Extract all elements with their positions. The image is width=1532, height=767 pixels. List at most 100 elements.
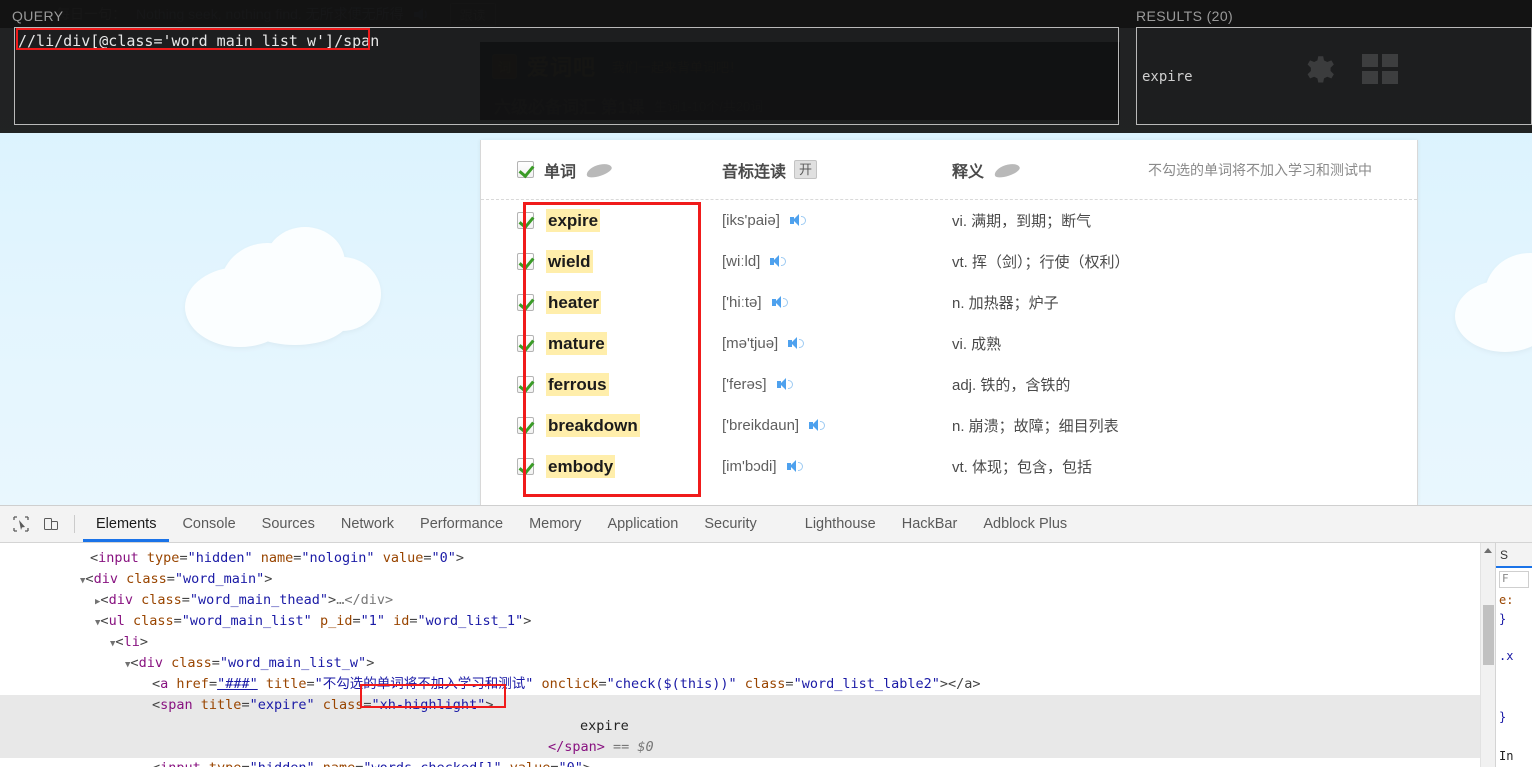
row-checkbox[interactable] <box>517 335 534 352</box>
dom-attr: class <box>322 697 364 713</box>
table-row[interactable]: expire [iks'paiə] vi. 满期，到期；断气 <box>481 200 1417 241</box>
row-checkbox[interactable] <box>517 417 534 434</box>
row-phonetic-cell: [wiːld] <box>722 253 952 270</box>
device-toolbar-icon[interactable] <box>36 510 66 538</box>
dom-line[interactable]: <a href="###" title="不勾选的单词将不加入学习和测试" on… <box>0 674 1480 695</box>
table-row[interactable]: heater ['hiːtə] n. 加热器；炉子 <box>481 282 1417 323</box>
table-row[interactable]: wield [wiːld] vt. 挥（剑）；行使（权利） <box>481 241 1417 282</box>
header-word-label: 单词 <box>544 163 577 181</box>
cursor-inspect-icon[interactable] <box>6 510 36 538</box>
dom-line[interactable]: ▼<ul class="word_main_list" p_id="1" id=… <box>0 611 1480 632</box>
tab-application[interactable]: Application <box>594 506 691 542</box>
dom-value-link[interactable]: "###" <box>217 676 258 692</box>
tab-network[interactable]: Network <box>328 506 407 542</box>
dom-line[interactable]: <input type="hidden" name="nologin" valu… <box>0 548 1480 569</box>
gear-icon[interactable] <box>1303 52 1339 88</box>
row-word[interactable]: breakdown <box>546 413 640 438</box>
row-checkbox[interactable] <box>517 294 534 311</box>
speaker-icon[interactable] <box>776 378 793 391</box>
speaker-icon[interactable] <box>789 214 806 227</box>
dom-tag: li <box>123 634 140 650</box>
elements-dom-tree[interactable]: <input type="hidden" name="nologin" valu… <box>0 543 1480 767</box>
dom-attr: id <box>393 613 410 629</box>
dom-tag: span <box>160 697 193 713</box>
dom-attr: title <box>265 676 307 692</box>
row-checkbox[interactable] <box>517 458 534 475</box>
row-definition: vi. 成熟 <box>952 336 1002 353</box>
row-checkbox[interactable] <box>517 376 534 393</box>
tab-sources[interactable]: Sources <box>249 506 328 542</box>
row-word[interactable]: wield <box>546 249 593 274</box>
table-row[interactable]: mature [mə'tjuə] vi. 成熟 <box>481 323 1417 364</box>
dom-line[interactable]: </span> == $0 <box>0 737 1480 758</box>
styles-line: } <box>1499 612 1507 626</box>
eye-off-icon-word[interactable] <box>584 160 614 180</box>
tab-elements[interactable]: Elements <box>83 506 170 542</box>
tab-memory[interactable]: Memory <box>516 506 594 542</box>
query-label: QUERY <box>12 8 64 24</box>
dom-line[interactable]: ▼<div class="word_main_list_w"> <box>0 653 1480 674</box>
grid-view-icon[interactable] <box>1362 54 1404 86</box>
speaker-icon[interactable] <box>786 460 803 473</box>
row-word[interactable]: mature <box>546 331 607 356</box>
row-checkbox[interactable] <box>517 253 534 270</box>
devtools-tabbar: Elements Console Sources Network Perform… <box>0 506 1532 543</box>
dom-attr: class <box>744 676 786 692</box>
row-definition: n. 加热器；炉子 <box>952 295 1059 312</box>
dom-line[interactable]: <input type="hidden" name="words_checked… <box>0 758 1480 767</box>
word-table-header: 单词 音标连读 开 释义 不勾选的单词将不加入学习和测试中 <box>481 140 1417 200</box>
dom-value: "expire" <box>249 697 315 713</box>
toolbar-divider <box>74 515 75 533</box>
row-word-cell: wield <box>517 249 722 274</box>
table-row[interactable]: embody [im'bɔdi] vt. 体现；包含，包括 <box>481 446 1417 487</box>
result-item[interactable]: expire <box>1142 69 1193 85</box>
tab-lighthouse[interactable]: Lighthouse <box>792 506 889 542</box>
row-phonetic-cell: ['hiːtə] <box>722 294 952 311</box>
tab-console[interactable]: Console <box>169 506 248 542</box>
select-all-checkbox[interactable] <box>517 161 534 178</box>
eye-off-icon-definition[interactable] <box>992 160 1022 180</box>
row-phonetic: [mə'tjuə] <box>722 335 779 352</box>
dom-value: "0" <box>559 760 583 767</box>
styles-tab[interactable]: S <box>1496 543 1532 568</box>
row-word-cell: ferrous <box>517 372 722 397</box>
dom-line[interactable]: ▼<div class="word_main"> <box>0 569 1480 590</box>
tab-hackbar[interactable]: HackBar <box>889 506 971 542</box>
dom-tag: div <box>93 571 118 587</box>
dom-text-node[interactable]: expire <box>0 716 1480 737</box>
speaker-icon[interactable] <box>770 255 787 268</box>
row-word[interactable]: expire <box>546 208 601 233</box>
row-phonetic: ['hiːtə] <box>722 294 762 311</box>
row-phonetic: [wiːld] <box>722 253 761 270</box>
scrollbar-thumb[interactable] <box>1483 605 1494 665</box>
devtools-scrollbar[interactable] <box>1480 543 1495 767</box>
dom-tag: div <box>108 592 133 608</box>
tab-performance[interactable]: Performance <box>407 506 516 542</box>
table-row[interactable]: ferrous ['ferəs] adj. 铁的，含铁的 <box>481 364 1417 405</box>
speaker-icon[interactable] <box>809 419 826 432</box>
styles-panel[interactable]: S F e: } .x } In <box>1495 543 1532 767</box>
styles-line: } <box>1499 710 1507 724</box>
phonetic-liaison-toggle[interactable]: 开 <box>794 160 818 179</box>
tab-adblock-plus[interactable]: Adblock Plus <box>970 506 1080 542</box>
dom-value: "1" <box>360 613 385 629</box>
dom-attr: value <box>510 760 551 767</box>
row-word[interactable]: embody <box>546 454 616 479</box>
dom-line[interactable]: ▼<li> <box>0 632 1480 653</box>
speaker-icon[interactable] <box>788 337 805 350</box>
scroll-up-arrow-icon[interactable] <box>1484 548 1492 553</box>
speaker-icon[interactable] <box>771 296 788 309</box>
dom-line-selected[interactable]: <span title="expire" class="xh-highlight… <box>0 695 1480 716</box>
row-word[interactable]: ferrous <box>546 372 609 397</box>
header-word-column: 单词 <box>517 158 722 182</box>
table-row[interactable]: breakdown ['breikdaun] n. 崩溃；故障；细目列表 <box>481 405 1417 446</box>
dom-attr: class <box>171 655 212 671</box>
tab-security[interactable]: Security <box>691 506 769 542</box>
row-word[interactable]: heater <box>546 290 602 315</box>
row-checkbox[interactable] <box>517 212 534 229</box>
dom-attr: value <box>382 550 424 566</box>
dom-line[interactable]: ▶<div class="word_main_thead">…</div> <box>0 590 1480 611</box>
styles-filter-input[interactable]: F <box>1499 571 1529 588</box>
styles-line: .x <box>1499 649 1514 663</box>
dom-value: "word_main_list_w" <box>219 655 367 671</box>
